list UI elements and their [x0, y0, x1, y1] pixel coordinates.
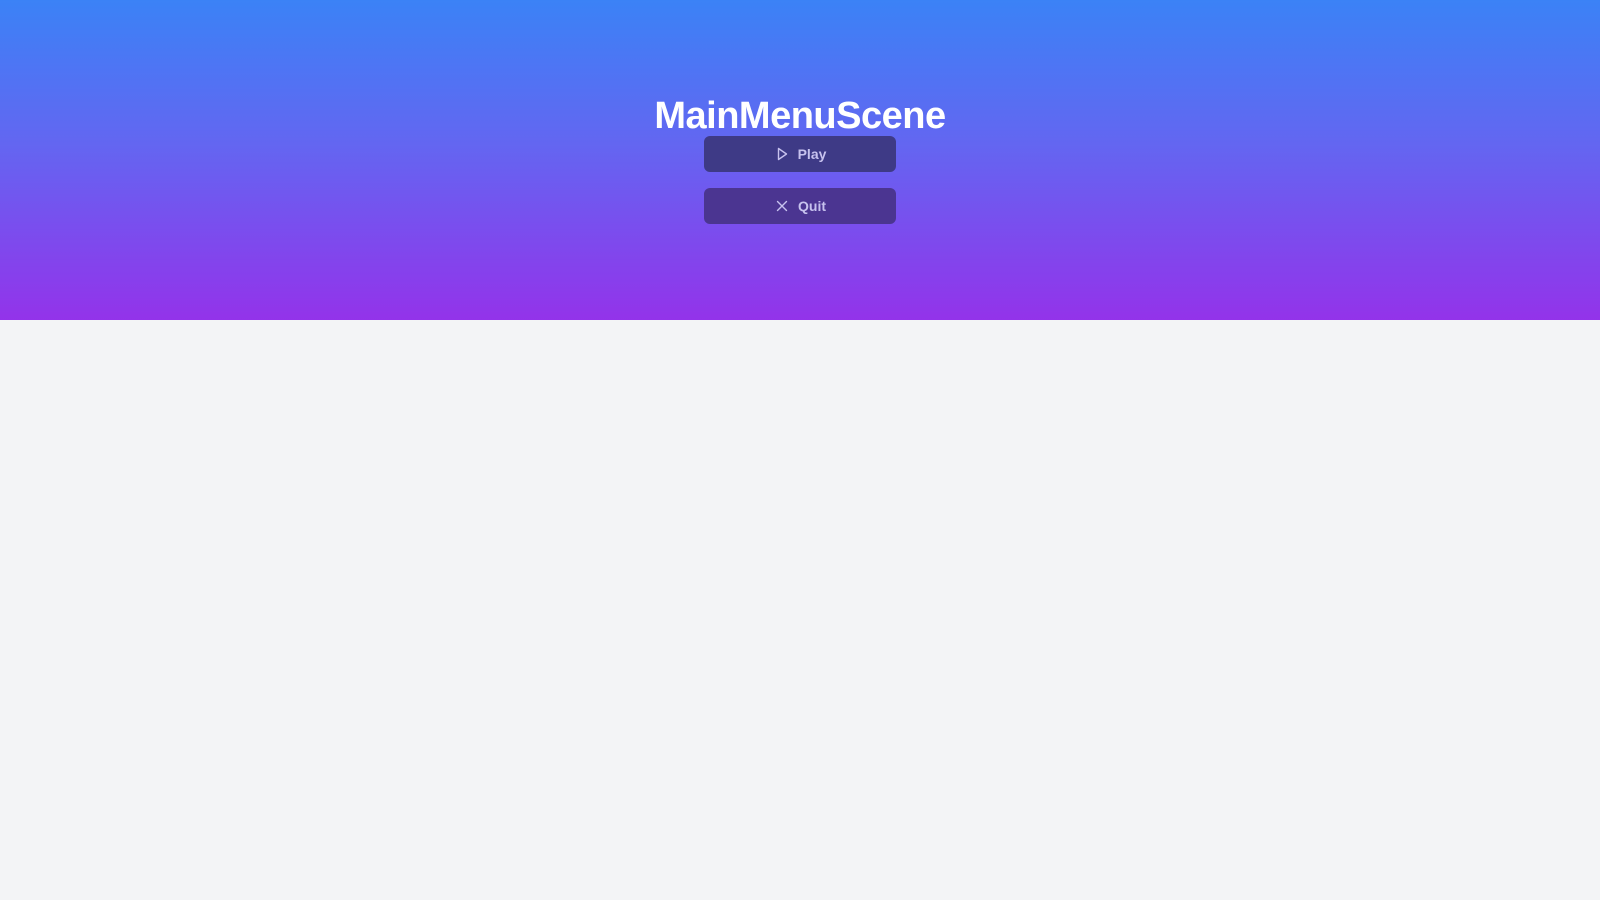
play-button[interactable]: Play [704, 136, 896, 172]
quit-button[interactable]: Quit [704, 188, 896, 224]
menu-header-banner: MainMenuScene Play Quit [0, 0, 1600, 320]
scene-title: MainMenuScene [654, 95, 946, 137]
play-icon [774, 146, 790, 162]
quit-button-label: Quit [798, 198, 826, 214]
close-icon [774, 198, 790, 214]
play-button-label: Play [797, 146, 827, 162]
